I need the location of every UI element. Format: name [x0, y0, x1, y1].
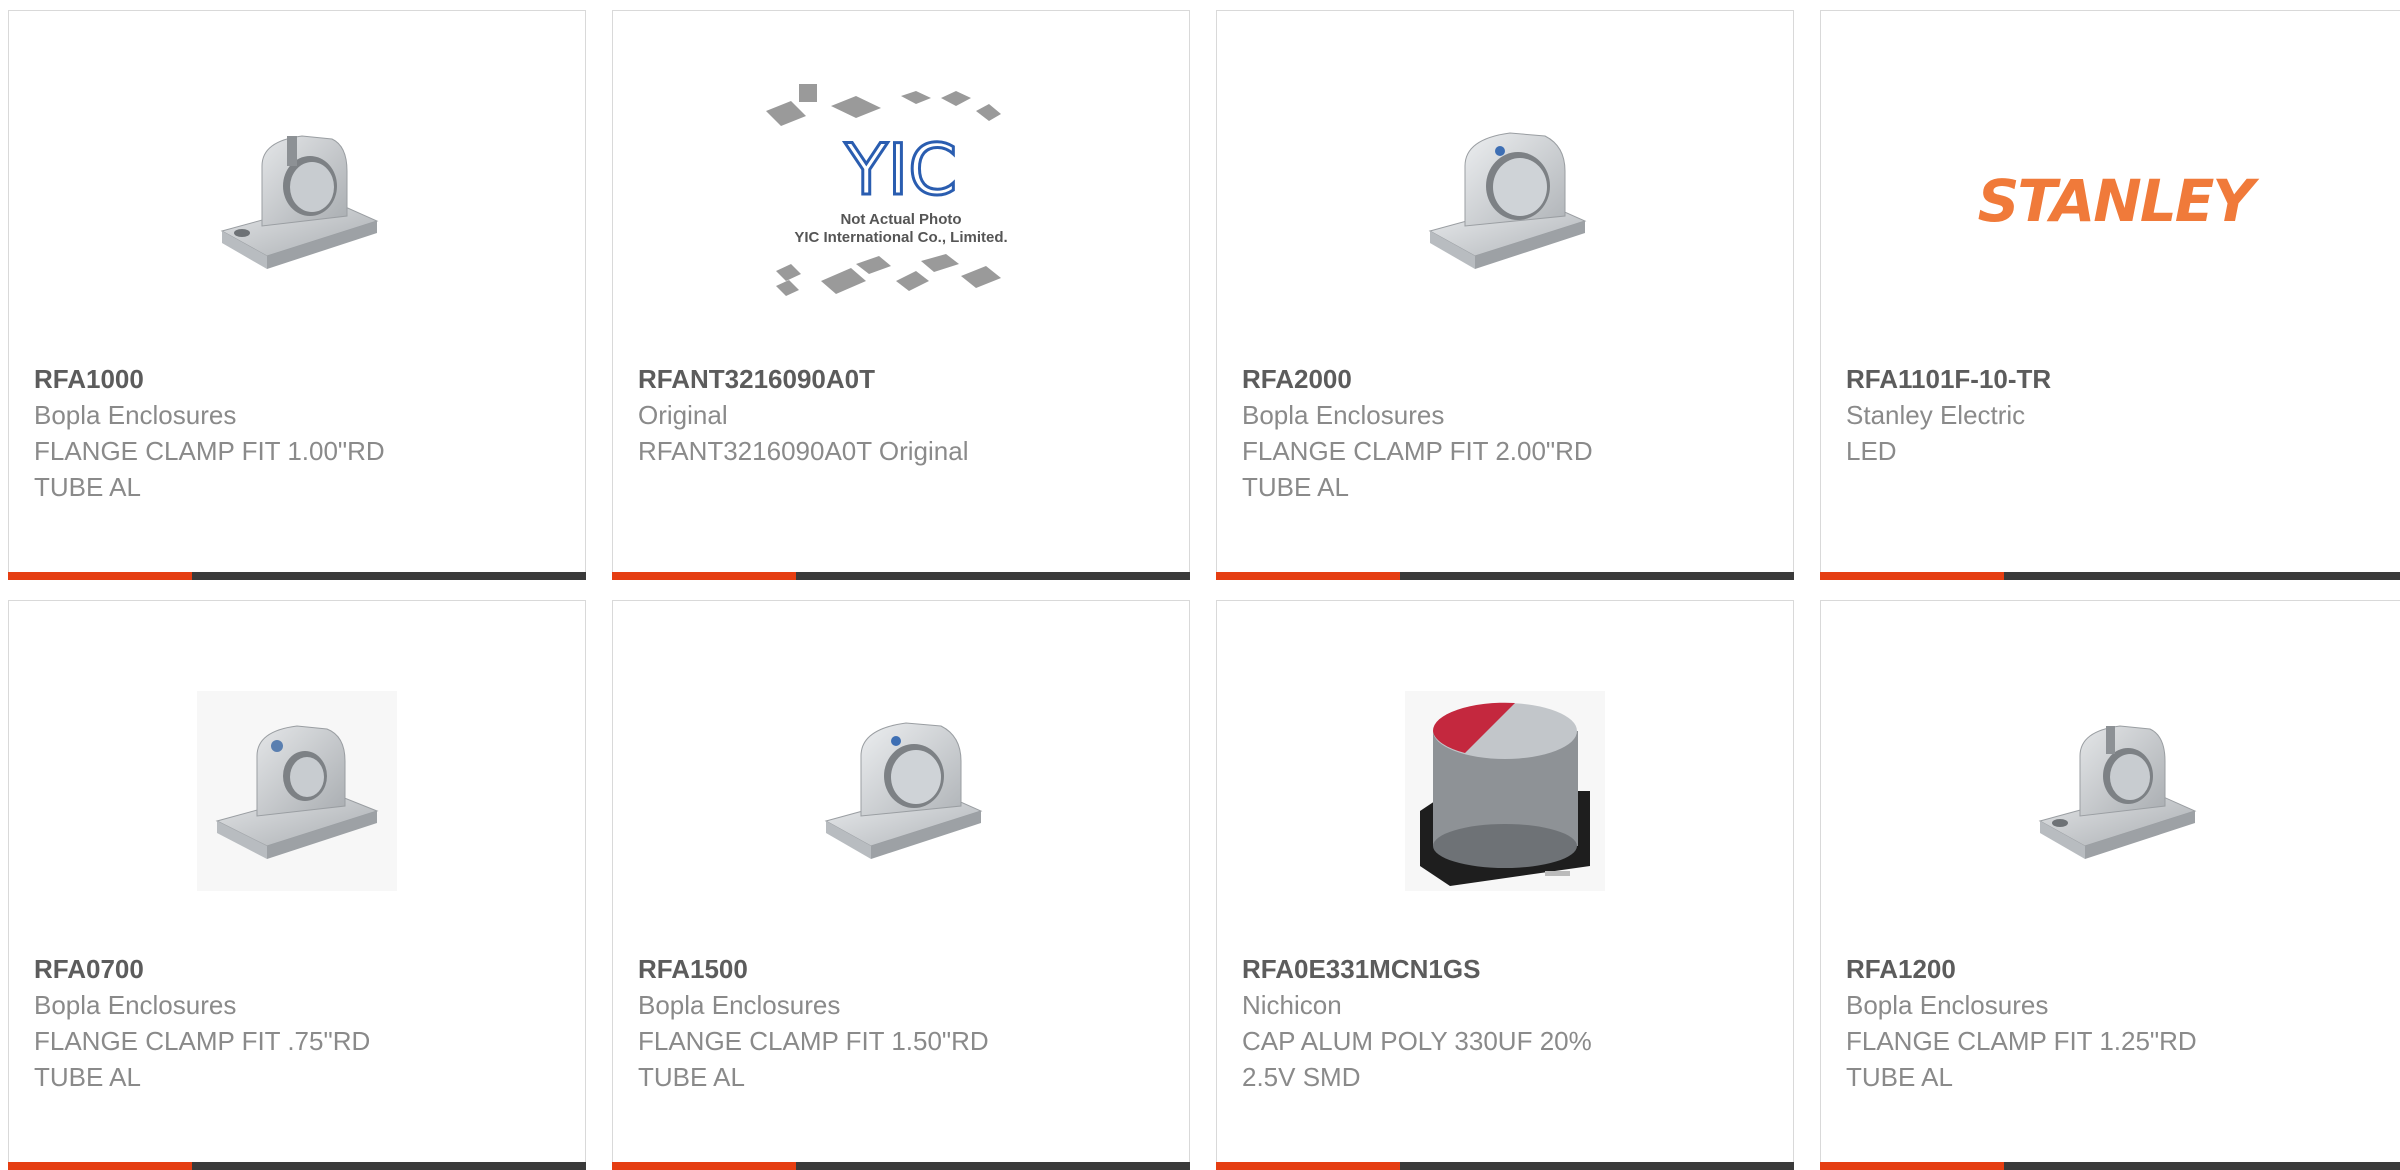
card-bottom-bar	[1216, 1162, 1794, 1170]
product-grid: RFA1000 Bopla Enclosures FLANGE CLAMP FI…	[0, 0, 2400, 1170]
product-image[interactable]	[1217, 51, 1793, 351]
description-line-1: FLANGE CLAMP FIT .75"RD	[34, 1026, 371, 1056]
product-info: RFA1200 Bopla Enclosures FLANGE CLAMP FI…	[1846, 951, 2389, 1095]
product-image[interactable]: STANLEY	[1821, 51, 2400, 351]
product-card[interactable]: RFA0E331MCN1GS Nichicon CAP ALUM POLY 33…	[1216, 600, 1794, 1170]
part-number[interactable]: RFA1500	[638, 951, 1169, 987]
yic-logo-text: YIC	[844, 129, 957, 211]
part-number[interactable]: RFA0700	[34, 951, 565, 987]
product-image[interactable]	[9, 641, 585, 941]
product-info: RFA1500 Bopla Enclosures FLANGE CLAMP FI…	[638, 951, 1169, 1095]
part-number[interactable]: RFA1200	[1846, 951, 2389, 987]
product-info: RFA0700 Bopla Enclosures FLANGE CLAMP FI…	[34, 951, 565, 1095]
manufacturer: Bopla Enclosures	[638, 990, 841, 1020]
manufacturer: Bopla Enclosures	[1242, 400, 1445, 430]
manufacturer: Stanley Electric	[1846, 400, 2026, 430]
description-line-1: FLANGE CLAMP FIT 2.00"RD	[1242, 436, 1593, 466]
not-actual-photo-placeholder-icon: YIC Not Actual Photo YIC International C…	[766, 84, 1008, 296]
card-bottom-bar	[612, 572, 1190, 580]
manufacturer: Bopla Enclosures	[1846, 990, 2049, 1020]
description-line-2: TUBE AL	[1846, 1062, 1953, 1092]
flange-clamp-icon	[197, 691, 397, 891]
stanley-logo: STANLEY	[1977, 167, 2255, 235]
card-bottom-bar	[1216, 572, 1794, 580]
manufacturer: Original	[638, 400, 728, 430]
card-accent-bar	[8, 1162, 192, 1170]
product-info: RFA1101F-10-TR Stanley Electric LED	[1846, 361, 2389, 469]
product-info: RFA2000 Bopla Enclosures FLANGE CLAMP FI…	[1242, 361, 1773, 505]
description-line-1: FLANGE CLAMP FIT 1.50"RD	[638, 1026, 989, 1056]
part-number[interactable]: RFA2000	[1242, 361, 1773, 397]
card-accent-bar	[1820, 1162, 2004, 1170]
description-line-2: TUBE AL	[34, 472, 141, 502]
description-line-1: FLANGE CLAMP FIT 1.25"RD	[1846, 1026, 2197, 1056]
description-line-1: FLANGE CLAMP FIT 1.00"RD	[34, 436, 385, 466]
smd-capacitor-icon	[1405, 691, 1605, 891]
card-accent-bar	[1216, 1162, 1400, 1170]
description-line-2: TUBE AL	[638, 1062, 745, 1092]
product-card[interactable]: YIC Not Actual Photo YIC International C…	[612, 10, 1190, 580]
product-info: RFA1000 Bopla Enclosures FLANGE CLAMP FI…	[34, 361, 565, 505]
part-number[interactable]: RFA0E331MCN1GS	[1242, 951, 1773, 987]
card-accent-bar	[612, 572, 796, 580]
card-bottom-bar	[1820, 1162, 2400, 1170]
yic-company-text: YIC International Co., Limited.	[794, 229, 1007, 246]
description-line-1: RFANT3216090A0T Original	[638, 436, 969, 466]
card-accent-bar	[8, 572, 192, 580]
product-card[interactable]: RFA1200 Bopla Enclosures FLANGE CLAMP FI…	[1820, 600, 2400, 1170]
product-info: RFA0E331MCN1GS Nichicon CAP ALUM POLY 33…	[1242, 951, 1773, 1095]
description-line-1: CAP ALUM POLY 330UF 20%	[1242, 1026, 1592, 1056]
part-number[interactable]: RFANT3216090A0T	[638, 361, 1169, 397]
product-card[interactable]: STANLEY RFA1101F-10-TR Stanley Electric …	[1820, 10, 2400, 580]
product-image[interactable]	[1217, 641, 1793, 941]
manufacturer: Bopla Enclosures	[34, 400, 237, 430]
product-image[interactable]	[613, 641, 1189, 941]
flange-clamp-icon	[220, 135, 379, 269]
product-info: RFANT3216090A0T Original RFANT3216090A0T…	[638, 361, 1169, 469]
flange-clamp-icon	[824, 722, 983, 859]
description-line-1: LED	[1846, 436, 1897, 466]
card-bottom-bar	[8, 1162, 586, 1170]
product-card[interactable]: RFA1500 Bopla Enclosures FLANGE CLAMP FI…	[612, 600, 1190, 1170]
description-line-2: 2.5V SMD	[1242, 1062, 1361, 1092]
product-card[interactable]: RFA2000 Bopla Enclosures FLANGE CLAMP FI…	[1216, 10, 1794, 580]
product-card[interactable]: RFA0700 Bopla Enclosures FLANGE CLAMP FI…	[8, 600, 586, 1170]
flange-clamp-icon	[2038, 725, 2197, 859]
card-bottom-bar	[1820, 572, 2400, 580]
manufacturer: Nichicon	[1242, 990, 1342, 1020]
part-number[interactable]: RFA1101F-10-TR	[1846, 361, 2389, 397]
not-actual-photo-text: Not Actual Photo	[840, 211, 961, 228]
product-card[interactable]: RFA1000 Bopla Enclosures FLANGE CLAMP FI…	[8, 10, 586, 580]
description-line-2: TUBE AL	[34, 1062, 141, 1092]
part-number[interactable]: RFA1000	[34, 361, 565, 397]
card-bottom-bar	[612, 1162, 1190, 1170]
manufacturer: Bopla Enclosures	[34, 990, 237, 1020]
flange-clamp-icon	[1428, 132, 1587, 269]
card-bottom-bar	[8, 572, 586, 580]
card-accent-bar	[1216, 572, 1400, 580]
card-accent-bar	[612, 1162, 796, 1170]
product-image[interactable]: YIC Not Actual Photo YIC International C…	[613, 51, 1189, 351]
card-accent-bar	[1820, 572, 2004, 580]
product-image[interactable]	[9, 51, 585, 351]
product-image[interactable]	[1821, 641, 2400, 941]
description-line-2: TUBE AL	[1242, 472, 1349, 502]
